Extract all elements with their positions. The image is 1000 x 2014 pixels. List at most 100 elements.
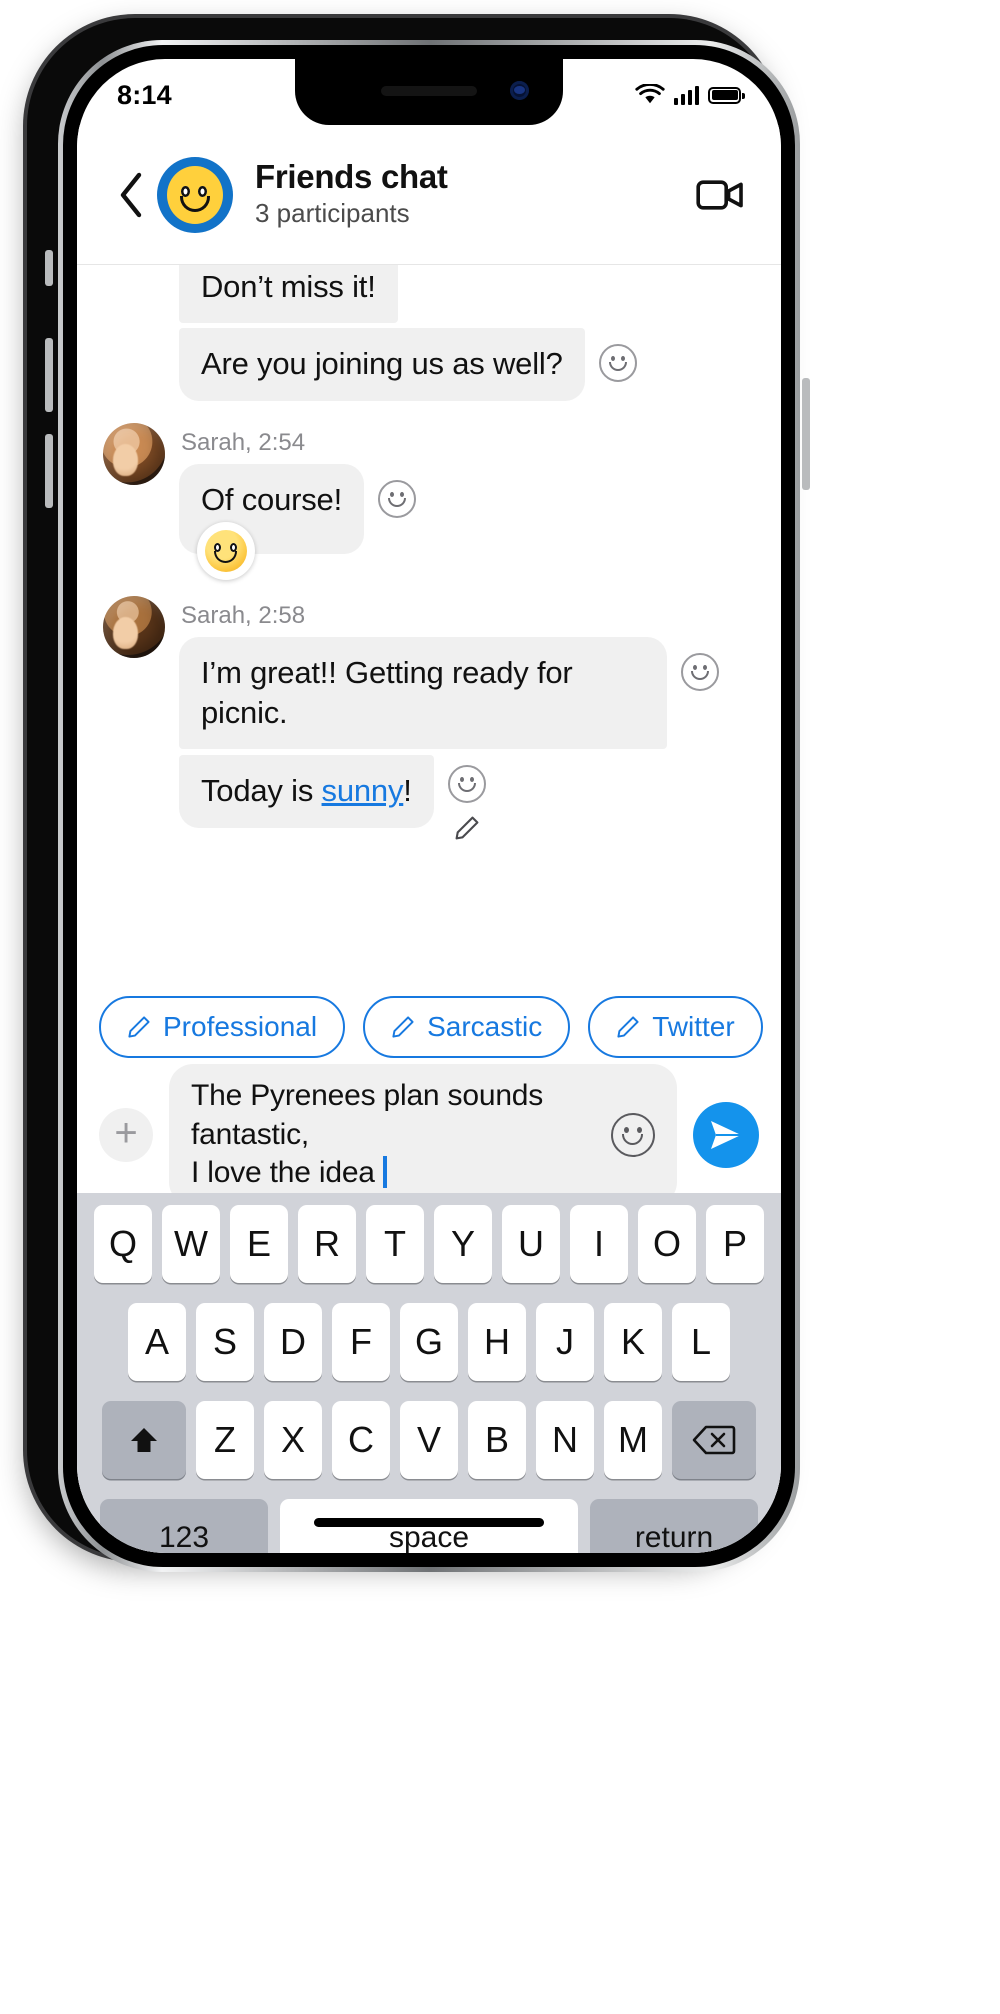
pencil-icon xyxy=(617,1016,639,1038)
key-i[interactable]: I xyxy=(570,1205,628,1283)
chevron-left-icon xyxy=(120,172,142,217)
back-button[interactable] xyxy=(111,172,151,217)
text-caret xyxy=(382,1156,387,1189)
message-sender-time: Sarah, 2:58 xyxy=(181,601,306,629)
video-call-button[interactable] xyxy=(693,173,747,217)
key-t[interactable]: T xyxy=(366,1205,424,1283)
mute-switch[interactable] xyxy=(45,250,53,286)
key-p[interactable]: P xyxy=(706,1205,764,1283)
front-camera-icon xyxy=(510,81,529,100)
send-button[interactable] xyxy=(693,1102,759,1168)
send-paper-plane-icon xyxy=(711,1121,741,1149)
smiley-outline-icon[interactable] xyxy=(598,344,637,383)
key-s[interactable]: S xyxy=(196,1303,254,1381)
plus-icon[interactable]: + xyxy=(99,1108,153,1162)
key-x[interactable]: X xyxy=(264,1401,322,1479)
message-input-wrapper[interactable]: The Pyrenees plan sounds fantastic, I lo… xyxy=(169,1064,677,1206)
message-bubble[interactable]: Don’t miss it! xyxy=(179,265,398,324)
chat-title: Friends chat xyxy=(255,158,448,196)
message-list[interactable]: Don’t miss it! Are you joining us as wel… xyxy=(77,265,781,1553)
message-bubble[interactable]: Of course! xyxy=(179,463,364,580)
key-u[interactable]: U xyxy=(502,1205,560,1283)
pencil-edit-icon[interactable] xyxy=(448,809,486,847)
key-k[interactable]: K xyxy=(604,1303,662,1381)
keyboard-row-2: A S D F G H J K L xyxy=(83,1303,775,1381)
input-line-1: The Pyrenees plan sounds fantastic, xyxy=(191,1079,544,1151)
key-h[interactable]: H xyxy=(468,1303,526,1381)
chip-label: Sarcastic xyxy=(427,1011,543,1042)
power-button[interactable] xyxy=(802,378,810,490)
message-input[interactable]: The Pyrenees plan sounds fantastic, I lo… xyxy=(191,1077,599,1192)
key-j[interactable]: J xyxy=(536,1303,594,1381)
battery-icon xyxy=(708,86,745,104)
key-o[interactable]: O xyxy=(638,1205,696,1283)
key-a[interactable]: A xyxy=(128,1303,186,1381)
shift-up-arrow-icon[interactable] xyxy=(102,1401,186,1479)
volume-up-button[interactable] xyxy=(45,338,53,412)
message-column: Are you joining us as well? xyxy=(179,328,755,401)
chip-sarcastic[interactable]: Sarcastic xyxy=(363,996,571,1058)
key-n[interactable]: N xyxy=(536,1401,594,1479)
smiley-eye-right xyxy=(198,185,207,197)
key-l[interactable]: L xyxy=(672,1303,730,1381)
smiley-outline-icon[interactable] xyxy=(447,765,486,804)
keyboard-row-3: Z X C V B N M xyxy=(83,1401,775,1479)
bubble-line: Are you joining us as well? xyxy=(179,328,755,401)
phone-frame: 8:14 Friends chat 3 participants Don’t m… xyxy=(27,18,810,1572)
bubble-line: Today is sunny! xyxy=(179,755,755,847)
home-indicator[interactable] xyxy=(314,1518,544,1527)
key-r[interactable]: R xyxy=(298,1205,356,1283)
key-q[interactable]: Q xyxy=(94,1205,152,1283)
group-smiley-avatar[interactable] xyxy=(157,156,233,233)
message-row: Are you joining us as well? xyxy=(77,328,781,401)
chip-twitter[interactable]: Twitter xyxy=(588,996,763,1058)
key-v[interactable]: V xyxy=(400,1401,458,1479)
avatar[interactable] xyxy=(103,422,165,485)
sunny-link[interactable]: sunny xyxy=(322,773,404,808)
wifi-icon xyxy=(634,84,665,104)
key-g[interactable]: G xyxy=(400,1303,458,1381)
tone-suggestion-chips[interactable]: Professional Sarcastic Twitter xyxy=(77,983,781,1071)
bubble-line: Don’t miss it! xyxy=(179,265,755,324)
message-bubble[interactable]: Are you joining us as well? xyxy=(179,328,585,401)
smiley-face-reaction[interactable] xyxy=(197,521,255,580)
reaction-emoji xyxy=(205,529,247,572)
backspace-icon[interactable] xyxy=(672,1401,756,1479)
key-b[interactable]: B xyxy=(468,1401,526,1479)
message-bubble[interactable]: Today is sunny! xyxy=(179,755,434,828)
input-line-2: I love the idea xyxy=(191,1156,375,1190)
cellular-bars-icon xyxy=(673,85,699,105)
message-bubble[interactable]: I’m great!! Getting ready for picnic. xyxy=(179,636,667,750)
earpiece-speaker xyxy=(381,86,477,96)
message-column: Sarah, 2:54 Of course! xyxy=(179,423,755,580)
screenshot-stage: 8:14 Friends chat 3 participants Don’t m… xyxy=(0,0,1000,2014)
on-screen-keyboard[interactable]: Q W E R T Y U I O P A S D F G H J K L Z … xyxy=(77,1193,781,1553)
chat-header-text: Friends chat 3 participants xyxy=(255,159,693,229)
key-d[interactable]: D xyxy=(264,1303,322,1381)
keyboard-row-1: Q W E R T Y U I O P xyxy=(83,1205,775,1283)
numbers-key[interactable]: 123 xyxy=(100,1499,268,1553)
volume-down-button[interactable] xyxy=(45,434,53,508)
key-w[interactable]: W xyxy=(162,1205,220,1283)
message-column: Don’t miss it! xyxy=(179,265,755,324)
return-key[interactable]: return xyxy=(590,1499,758,1553)
message-text: Of course! xyxy=(201,481,342,517)
key-y[interactable]: Y xyxy=(434,1205,492,1283)
status-indicators xyxy=(634,84,745,106)
avatar[interactable] xyxy=(103,595,165,658)
key-m[interactable]: M xyxy=(604,1401,662,1479)
chip-professional[interactable]: Professional xyxy=(99,996,346,1058)
phone-screen: 8:14 Friends chat 3 participants Don’t m… xyxy=(77,59,781,1553)
smiley-outline-icon[interactable] xyxy=(611,1113,655,1157)
smiley-outline-icon[interactable] xyxy=(378,479,416,518)
chat-header: Friends chat 3 participants xyxy=(77,125,781,265)
smiley-outline-icon[interactable] xyxy=(681,652,719,691)
key-c[interactable]: C xyxy=(332,1401,390,1479)
key-f[interactable]: F xyxy=(332,1303,390,1381)
video-camera-icon xyxy=(696,179,743,210)
chip-label: Professional xyxy=(163,1011,318,1042)
key-z[interactable]: Z xyxy=(196,1401,254,1479)
smiley-face xyxy=(167,165,223,224)
key-e[interactable]: E xyxy=(230,1205,288,1283)
bubble-line: I’m great!! Getting ready for picnic. xyxy=(179,636,755,750)
